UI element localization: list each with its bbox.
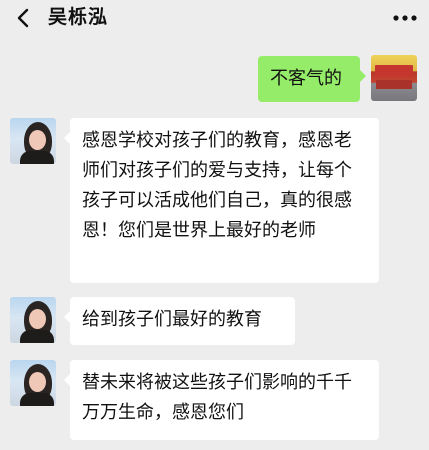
message-row: 感恩学校对孩子们的教育，感恩老师们对孩子们的爱与支持，让每个孩子可以活成他们自己… — [0, 118, 429, 283]
avatar-photo-shirt — [20, 151, 54, 164]
chat-header: 吴栎泓 — [0, 0, 429, 36]
chat-title: 吴栎泓 — [48, 6, 109, 28]
avatar-photo-shirt — [20, 393, 54, 406]
chevron-left-icon[interactable] — [12, 6, 36, 30]
message-bubble[interactable]: 替未来将被这些孩子们影响的千千万万生命，感恩您们 — [64, 360, 379, 440]
avatar-photo-detail — [376, 80, 412, 89]
message-row: 给到孩子们最好的教育 — [0, 297, 429, 345]
message-row: 替未来将被这些孩子们影响的千千万万生命，感恩您们 — [0, 360, 429, 440]
avatar-photo-face — [29, 309, 46, 329]
message-bubble[interactable]: 感恩学校对孩子们的教育，感恩老师们对孩子们的爱与支持，让每个孩子可以活成他们自己… — [64, 118, 379, 283]
message-bubble[interactable]: 给到孩子们最好的教育 — [64, 297, 295, 345]
avatar-photo-face — [29, 130, 46, 150]
avatar-photo-shirt — [20, 330, 54, 343]
avatar-photo — [375, 65, 413, 77]
avatar-user[interactable] — [10, 360, 56, 406]
avatar-photo-face — [29, 372, 46, 392]
message-row: 不客气的 — [0, 54, 429, 104]
more-dots-icon[interactable] — [391, 8, 419, 28]
avatar-user[interactable] — [10, 297, 56, 343]
avatar-user[interactable] — [10, 118, 56, 164]
avatar-self[interactable] — [371, 55, 417, 101]
message-bubble[interactable]: 不客气的 — [258, 56, 366, 102]
